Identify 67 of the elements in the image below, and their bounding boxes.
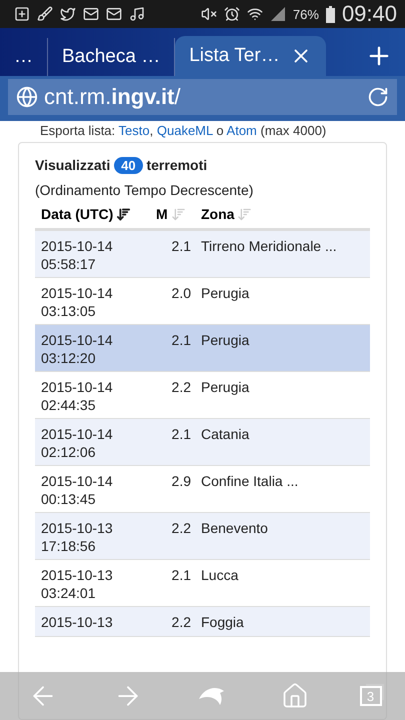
- sort-description: (Ordinamento Tempo Decrescente): [35, 181, 254, 200]
- home-icon: [280, 682, 308, 710]
- summary-label: Visualizzati: [35, 157, 110, 173]
- zone-cell-text: Perugia: [201, 378, 250, 397]
- browser-tab[interactable]: Lista Ter…: [175, 36, 326, 76]
- table-row[interactable]: 2015-10-13 17:18:56 2.2 Benevento: [35, 513, 370, 560]
- date-cell-text: 2015-10-14 02:12:06: [41, 425, 114, 462]
- column-header[interactable]: Zona: [201, 206, 234, 222]
- magnitude-cell-text: 2.2: [170, 378, 192, 397]
- table-row[interactable]: 2015-10-14 03:12:20 2.1 Perugia: [35, 325, 370, 372]
- magnitude-cell-text: 2.1: [170, 331, 192, 350]
- battery-icon: [326, 6, 335, 22]
- date-cell-text: 2015-10-14 03:13:05: [41, 284, 114, 321]
- magnitude-cell-text: 2.0: [170, 284, 192, 303]
- sort-icon[interactable]: [116, 206, 132, 222]
- table-row[interactable]: 2015-10-14 02:12:06 2.1 Catania: [35, 419, 370, 466]
- reload-icon[interactable]: [367, 86, 389, 108]
- signal-icon: [270, 6, 286, 22]
- brush-icon: [37, 6, 53, 22]
- notification-icon: [14, 6, 30, 22]
- globe-icon: [16, 86, 38, 108]
- magnitude-cell-text: 2.2: [170, 519, 192, 538]
- magnitude-cell-text: 2.9: [170, 472, 192, 491]
- separator-text: ,: [150, 123, 154, 138]
- zone-cell-text: Catania: [201, 425, 250, 444]
- clock: 09:40: [342, 1, 397, 27]
- zone-cell-text: Lucca: [201, 566, 240, 585]
- zone-cell-text: Perugia: [201, 331, 250, 350]
- export-label: Esporta lista:: [40, 123, 116, 138]
- date-cell-text: 2015-10-14 05:58:17: [41, 237, 114, 274]
- column-header[interactable]: Data (UTC): [41, 206, 114, 222]
- date-cell-text: 2015-10-13: [41, 613, 114, 632]
- magnitude-cell-text: 2.2: [170, 613, 192, 632]
- zone-cell-text: Confine Italia ...: [201, 472, 300, 491]
- export-link[interactable]: QuakeML: [156, 123, 213, 138]
- summary-label: terremoti: [146, 157, 208, 173]
- column-header[interactable]: M: [156, 206, 168, 222]
- address-field[interactable]: cnt.rm.ingv.it/: [8, 79, 397, 115]
- export-link[interactable]: Testo: [118, 123, 150, 138]
- zone-cell-text: Foggia: [201, 613, 245, 632]
- export-link[interactable]: Atom: [226, 123, 257, 138]
- zone-cell-text: Benevento: [201, 519, 269, 538]
- bird-icon: [60, 6, 76, 22]
- mail-icon: [83, 6, 99, 22]
- url-text: cnt.rm.ingv.it/: [44, 84, 181, 110]
- music-icon: [129, 6, 145, 22]
- export-note: (max 4000): [260, 123, 326, 138]
- magnitude-cell-text: 2.1: [170, 566, 192, 585]
- date-cell-text: 2015-10-14 02:44:35: [41, 378, 114, 415]
- date-cell-text: 2015-10-13 03:24:01: [41, 566, 114, 603]
- zone-cell-text: Tirreno Meridionale ...: [201, 237, 338, 256]
- dolphin-icon: [198, 685, 226, 707]
- count-badge: 40: [114, 157, 143, 174]
- magnitude-cell-text: 2.1: [170, 425, 192, 444]
- date-cell-text: 2015-10-14 00:13:45: [41, 472, 114, 509]
- table-row[interactable]: 2015-10-13 2.2 Foggia: [35, 607, 370, 637]
- zone-cell-text: Perugia: [201, 284, 250, 303]
- alarm-icon: [224, 6, 240, 22]
- mute-icon: [200, 6, 217, 22]
- battery-level: 76%: [292, 6, 319, 22]
- wifi-icon: [246, 6, 263, 22]
- table-row[interactable]: 2015-10-14 05:58:17 2.1 Tirreno Meridionale ...: [35, 231, 370, 278]
- magnitude-cell-text: 2.1: [170, 237, 192, 256]
- date-cell-text: 2015-10-13 17:18:56: [41, 519, 114, 556]
- mail-icon: [106, 6, 122, 22]
- date-cell-text: 2015-10-14 03:12:20: [41, 331, 114, 368]
- separator-text: o: [216, 123, 224, 138]
